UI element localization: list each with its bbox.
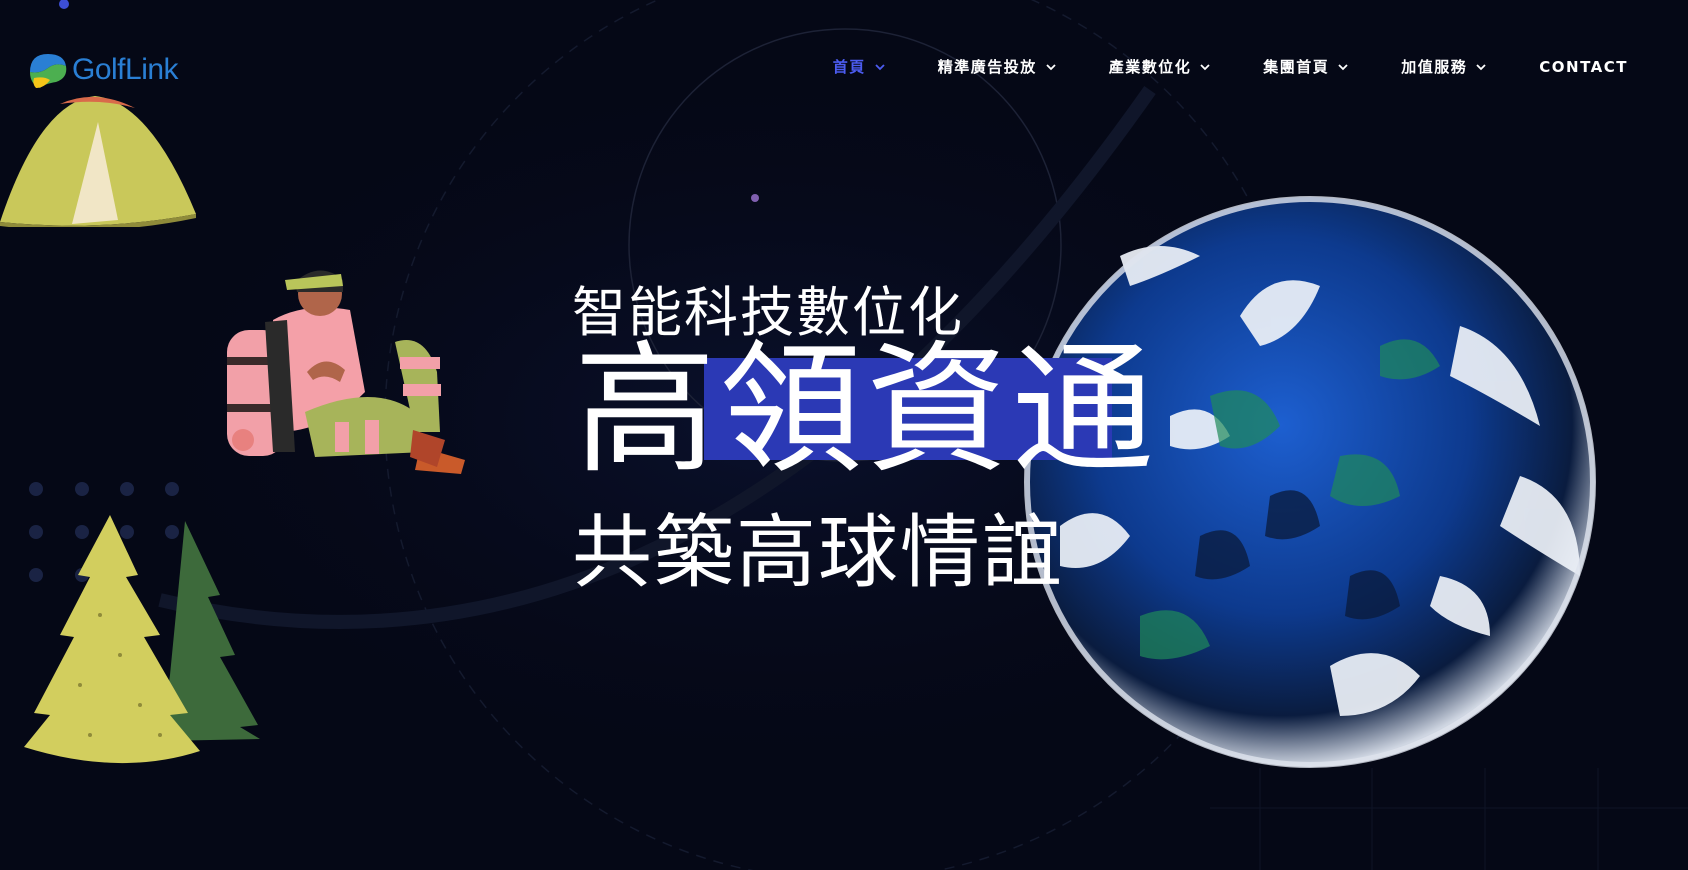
nav-item-value-added-services[interactable]: 加值服務 (1401, 56, 1487, 77)
nav-item-industry-digitalization[interactable]: 產業數位化 (1109, 56, 1212, 77)
chevron-down-icon (874, 61, 886, 73)
nav-item-label: 集團首頁 (1263, 58, 1330, 76)
nav-item-label: 首頁 (832, 58, 866, 76)
brand-name: GolfLink (72, 53, 179, 86)
chevron-down-icon (1475, 61, 1487, 73)
chevron-down-icon (1199, 61, 1211, 73)
nav-item-label: 產業數位化 (1108, 58, 1192, 76)
hero-title: 高領資通 (574, 328, 1158, 493)
main-nav: 首頁 精準廣告投放 產業數位化 集團首頁 加值服務 CONTACT (781, 56, 1628, 77)
nav-item-home[interactable]: 首頁 (833, 56, 886, 77)
site-header: GolfLink 首頁 精準廣告投放 產業數位化 集團首頁 加值服務 CONTA… (0, 0, 1688, 140)
nav-item-group-home[interactable]: 集團首頁 (1263, 56, 1349, 77)
hiker-illustration (227, 270, 465, 474)
nav-item-precision-ads[interactable]: 精準廣告投放 (938, 56, 1057, 77)
nav-item-label: 加值服務 (1401, 58, 1468, 76)
nav-item-label: 精準廣告投放 (937, 58, 1037, 76)
pine-trees-illustration (24, 515, 260, 764)
chevron-down-icon (1045, 61, 1057, 73)
hero-tagline: 共築高球情誼 (572, 506, 1064, 599)
hero-title-block: 高領資通 (574, 336, 1158, 486)
chevron-down-icon (1337, 61, 1349, 73)
brand-logo[interactable]: GolfLink (26, 48, 179, 92)
nav-item-contact[interactable]: CONTACT (1539, 58, 1628, 76)
golflink-logo-icon (30, 54, 67, 88)
nav-item-label: CONTACT (1539, 57, 1628, 76)
